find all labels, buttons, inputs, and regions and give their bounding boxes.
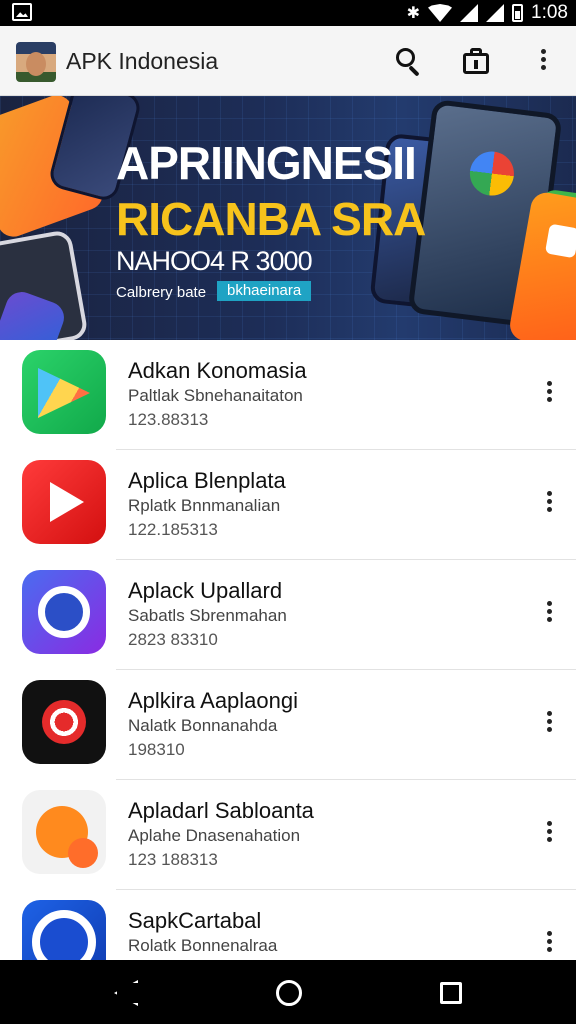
banner-caption: Calbrery bate bbox=[116, 284, 207, 301]
app-subtitle: Nalatk Bonnanahda bbox=[128, 716, 278, 735]
list-item[interactable]: Aplack Upallard Sabatls Sbrenmahan 2823 … bbox=[0, 560, 576, 670]
app-name: Aplica Blenplata bbox=[128, 468, 286, 493]
app-subtitle: Paltlak Sbnehanaitaton bbox=[128, 386, 303, 405]
video-play-icon bbox=[22, 460, 106, 544]
item-more-icon[interactable] bbox=[540, 378, 558, 408]
gallery-icon bbox=[12, 3, 32, 21]
app-name: SapkCartabal bbox=[128, 908, 262, 933]
status-time: 1:08 bbox=[531, 2, 568, 23]
play-triangle-icon bbox=[22, 350, 106, 434]
app-list: Adkan Konomasia Paltlak Sbnehanaitaton 1… bbox=[0, 340, 576, 1000]
banner-headline: APRIINGNESII bbox=[116, 137, 417, 189]
app-subtitle: Sabatls Sbrenmahan bbox=[128, 606, 287, 625]
fruit-character-icon bbox=[22, 790, 106, 874]
app-number: 2823 83310 bbox=[128, 630, 218, 649]
promo-banner[interactable]: APRIINGNESII RICANBA SRA NAHOO4 R 3000 C… bbox=[0, 96, 576, 340]
item-more-icon[interactable] bbox=[540, 598, 558, 628]
target-icon bbox=[22, 680, 106, 764]
app-name: Aplkira Aaplaongi bbox=[128, 688, 299, 713]
more-vert-icon[interactable] bbox=[528, 46, 558, 76]
navigation-bar bbox=[0, 960, 576, 1024]
item-more-icon[interactable] bbox=[540, 818, 558, 848]
app-subtitle: Rolatk Bonnenalraa bbox=[128, 936, 278, 955]
app-number: 123 188313 bbox=[128, 850, 218, 869]
back-icon[interactable] bbox=[114, 980, 138, 1006]
signal-icon bbox=[460, 4, 479, 22]
item-more-icon[interactable] bbox=[540, 488, 558, 518]
app-bar: APK Indonesia bbox=[0, 26, 576, 96]
recents-icon[interactable] bbox=[440, 982, 462, 1004]
search-icon[interactable] bbox=[394, 46, 424, 77]
banner-tag: bkhaeinara bbox=[217, 281, 312, 301]
app-name: Apladarl Sabloanta bbox=[128, 798, 314, 823]
ring-icon bbox=[22, 570, 106, 654]
signal-icon-2 bbox=[486, 4, 505, 22]
banner-headline-accent: RICANBA SRA bbox=[116, 193, 426, 245]
app-subtitle: Rplatk Bnnmanalian bbox=[128, 496, 281, 515]
item-more-icon[interactable] bbox=[540, 928, 558, 958]
store-icon[interactable] bbox=[462, 46, 492, 76]
item-more-icon[interactable] bbox=[540, 708, 558, 738]
app-number: 122.185313 bbox=[128, 520, 218, 539]
list-item[interactable]: Aplica Blenplata Rplatk Bnnmanalian 122.… bbox=[0, 450, 576, 560]
list-item[interactable]: Aplkira Aaplaongi Nalatk Bonnanahda 1983… bbox=[0, 670, 576, 780]
status-icons: ✱ 1:08 bbox=[407, 0, 568, 26]
home-icon[interactable] bbox=[276, 980, 302, 1006]
app-name: Adkan Konomasia bbox=[128, 358, 307, 383]
status-bar: ✱ 1:08 bbox=[0, 0, 576, 26]
app-title: APK Indonesia bbox=[66, 48, 219, 74]
app-subtitle: Aplahe Dnasenahation bbox=[128, 826, 301, 845]
app-number: 198310 bbox=[128, 740, 185, 759]
battery-icon bbox=[512, 4, 524, 22]
list-item[interactable]: Adkan Konomasia Paltlak Sbnehanaitaton 1… bbox=[0, 340, 576, 450]
avatar[interactable] bbox=[16, 42, 56, 82]
wifi-icon bbox=[428, 4, 453, 22]
bluetooth-icon: ✱ bbox=[406, 5, 421, 22]
app-name: Aplack Upallard bbox=[128, 578, 283, 603]
banner-subheadline: NAHOO4 R 3000 bbox=[116, 246, 313, 276]
list-item[interactable]: Apladarl Sabloanta Aplahe Dnasenahation … bbox=[0, 780, 576, 890]
app-number: 123.88313 bbox=[128, 410, 209, 429]
